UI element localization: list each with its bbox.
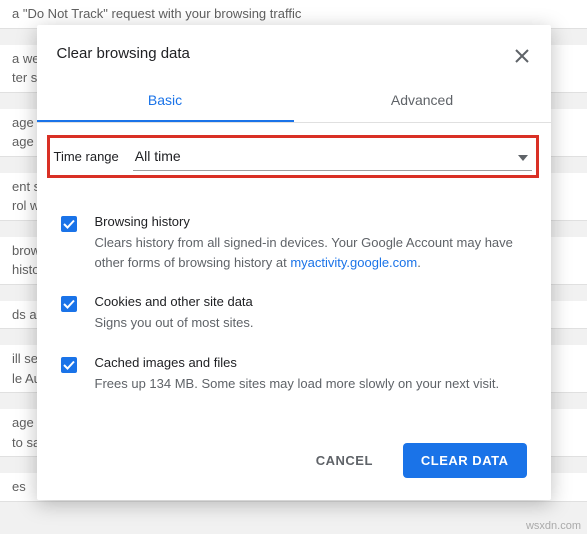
option-cache: Cached images and files Frees up 134 MB.… bbox=[61, 341, 527, 402]
option-desc: Clears history from all signed-in device… bbox=[95, 233, 527, 272]
clear-browsing-data-dialog: Clear browsing data Basic Advanced Time … bbox=[37, 25, 551, 500]
option-desc: Signs you out of most sites. bbox=[95, 313, 527, 333]
check-icon bbox=[62, 217, 76, 231]
close-button[interactable] bbox=[513, 45, 531, 70]
option-browsing-history: Browsing history Clears history from all… bbox=[61, 200, 527, 280]
checkbox-cache[interactable] bbox=[61, 357, 77, 373]
option-title: Browsing history bbox=[95, 214, 527, 229]
myactivity-link[interactable]: myactivity.google.com bbox=[290, 255, 417, 270]
option-title: Cookies and other site data bbox=[95, 294, 527, 309]
option-cookies: Cookies and other site data Signs you ou… bbox=[61, 280, 527, 341]
dropdown-caret-icon bbox=[518, 148, 528, 164]
time-range-label: Time range bbox=[54, 149, 119, 164]
cancel-button[interactable]: CANCEL bbox=[298, 443, 391, 478]
time-range-select[interactable]: All time bbox=[133, 142, 532, 171]
time-range-value: All time bbox=[135, 148, 181, 164]
clear-data-button[interactable]: CLEAR DATA bbox=[403, 443, 527, 478]
check-icon bbox=[62, 297, 76, 311]
checkbox-cookies[interactable] bbox=[61, 296, 77, 312]
time-range-highlight: Time range All time bbox=[47, 135, 539, 178]
close-icon bbox=[515, 49, 529, 63]
dialog-overlay: Clear browsing data Basic Advanced Time … bbox=[0, 0, 587, 534]
tab-basic[interactable]: Basic bbox=[37, 80, 294, 122]
checkbox-browsing-history[interactable] bbox=[61, 216, 77, 232]
option-desc: Frees up 134 MB. Some sites may load mor… bbox=[95, 374, 527, 394]
check-icon bbox=[62, 358, 76, 372]
option-title: Cached images and files bbox=[95, 355, 527, 370]
dialog-title: Clear browsing data bbox=[57, 45, 190, 62]
tab-advanced[interactable]: Advanced bbox=[294, 80, 551, 122]
dialog-tabs: Basic Advanced bbox=[37, 80, 551, 123]
